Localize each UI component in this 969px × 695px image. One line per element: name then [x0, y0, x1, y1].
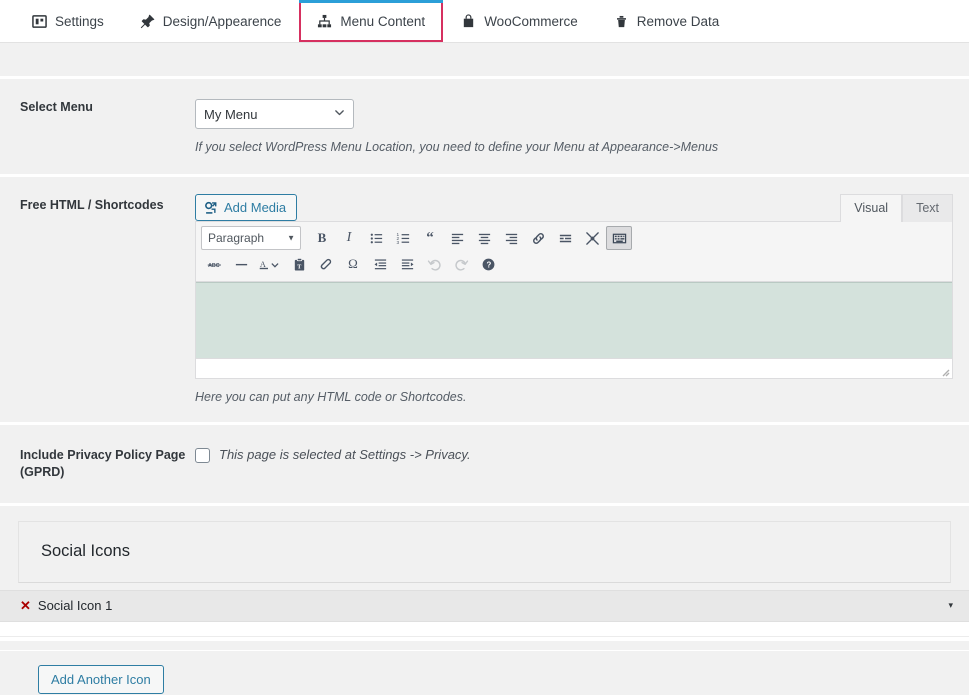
toolbar-toggle-icon[interactable]	[606, 226, 632, 250]
remove-icon[interactable]: ✕	[20, 598, 31, 614]
strikethrough-icon[interactable]: ABC	[201, 252, 227, 276]
sitemap-icon	[317, 14, 332, 29]
select-menu-hint: If you select WordPress Menu Location, y…	[195, 140, 719, 154]
undo-icon[interactable]	[421, 252, 447, 276]
editor-mode-tabs: Visual Text	[840, 193, 953, 222]
special-character-icon[interactable]: Ω	[340, 252, 366, 276]
privacy-checkbox-row[interactable]: This page is selected at Settings -> Pri…	[195, 447, 951, 463]
privacy-label-line2: (GPRD)	[20, 464, 65, 479]
tab-text[interactable]: Text	[902, 193, 953, 222]
shopping-bag-icon	[461, 13, 476, 29]
social-icon-accordion-body	[0, 621, 969, 637]
resize-handle-icon[interactable]	[938, 365, 950, 377]
editor-content-area[interactable]	[196, 282, 952, 358]
media-icon	[204, 201, 218, 215]
editor-toolbar-row-1: Paragraph ▼ B I 123 “	[199, 225, 949, 251]
clear-formatting-icon[interactable]	[313, 252, 339, 276]
align-left-icon[interactable]	[444, 226, 470, 250]
redo-icon[interactable]	[448, 252, 474, 276]
privacy-checkbox[interactable]	[195, 448, 210, 463]
paste-as-text-icon[interactable]: T	[286, 252, 312, 276]
social-icon-label: Social Icon 1	[37, 598, 113, 614]
trash-icon	[614, 14, 629, 29]
numbered-list-icon[interactable]: 123	[390, 226, 416, 250]
select-menu-control: My Menu	[195, 99, 354, 129]
add-media-button[interactable]: Add Media	[195, 194, 298, 221]
social-icons-section: Social Icons ✕ Social Icon 1 ▾ Add Anoth…	[0, 520, 969, 695]
svg-text:T: T	[297, 264, 301, 270]
tab-visual[interactable]: Visual	[840, 193, 903, 222]
svg-text:A: A	[260, 259, 266, 268]
tab-label: Menu Content	[340, 13, 426, 29]
privacy-section: Include Privacy Policy Page (GPRD) This …	[0, 425, 969, 506]
tab-label: Settings	[55, 13, 104, 29]
blockquote-icon[interactable]: “	[417, 226, 443, 250]
select-menu-row: Select Menu My Menu If you select WordPr…	[0, 79, 969, 174]
privacy-checkbox-text: This page is selected at Settings -> Pri…	[219, 447, 471, 462]
free-html-row: Free HTML / Shortcodes Add Media Visual …	[0, 177, 969, 422]
align-right-icon[interactable]	[498, 226, 524, 250]
svg-text:?: ?	[486, 260, 491, 269]
distraction-free-icon[interactable]	[579, 226, 605, 250]
section-spacer	[0, 636, 969, 641]
tab-remove-data[interactable]: Remove Data	[596, 0, 738, 42]
chevron-down-icon[interactable]: ▾	[948, 600, 953, 611]
wp-editor: Add Media Visual Text Paragraph ▼ B I 1 …	[195, 191, 953, 404]
add-icon-zone: Add Another Icon	[0, 649, 969, 695]
editor-box: Paragraph ▼ B I 123 “ ABC A T Ω ?	[195, 221, 953, 379]
help-icon[interactable]: ?	[475, 252, 501, 276]
settings-icon	[32, 14, 47, 29]
privacy-row: Include Privacy Policy Page (GPRD) This …	[0, 425, 969, 503]
tab-woocommerce[interactable]: WooCommerce	[443, 0, 596, 42]
social-icons-title: Social Icons	[41, 542, 130, 561]
format-select-wrap: Paragraph ▼	[201, 226, 301, 250]
tab-menu-content[interactable]: Menu Content	[299, 0, 444, 42]
outdent-icon[interactable]	[367, 252, 393, 276]
italic-icon[interactable]: I	[336, 226, 362, 250]
privacy-label-line1: Include Privacy Policy Page	[20, 448, 186, 462]
indent-icon[interactable]	[394, 252, 420, 276]
horizontal-rule-icon[interactable]	[228, 252, 254, 276]
link-icon[interactable]	[525, 226, 551, 250]
tab-label: Remove Data	[636, 13, 720, 29]
pin-icon	[140, 14, 155, 29]
svg-text:3: 3	[396, 239, 399, 244]
text-color-icon[interactable]: A	[255, 252, 285, 276]
svg-text:ABC: ABC	[208, 262, 220, 268]
bulleted-list-icon[interactable]	[363, 226, 389, 250]
social-icons-panel-header: Social Icons	[18, 520, 951, 583]
tab-label: Design/Appearence	[162, 13, 282, 29]
add-media-label: Add Media	[224, 200, 287, 215]
free-html-label: Free HTML / Shortcodes	[20, 198, 164, 212]
read-more-icon[interactable]	[552, 226, 578, 250]
editor-toolbar: Paragraph ▼ B I 123 “ ABC A T Ω ?	[196, 222, 952, 282]
tab-design-appearence[interactable]: Design/Appearence	[122, 0, 300, 42]
tab-label: WooCommerce	[484, 13, 578, 29]
tab-settings[interactable]: Settings	[14, 0, 122, 42]
social-icon-accordion-row[interactable]: ✕ Social Icon 1 ▾	[0, 589, 969, 622]
editor-top-bar: Add Media Visual Text	[195, 191, 953, 222]
select-menu-label: Select Menu	[20, 100, 93, 114]
format-select[interactable]: Paragraph	[201, 226, 301, 250]
bold-icon[interactable]: B	[309, 226, 335, 250]
privacy-label: Include Privacy Policy Page (GPRD)	[0, 447, 195, 481]
free-html-section: Free HTML / Shortcodes Add Media Visual …	[0, 177, 969, 425]
add-another-icon-button[interactable]: Add Another Icon	[38, 664, 164, 694]
free-html-hint: Here you can put any HTML code or Shortc…	[195, 390, 467, 404]
editor-status-bar	[196, 358, 952, 378]
align-center-icon[interactable]	[471, 226, 497, 250]
select-menu-section: Select Menu My Menu If you select WordPr…	[0, 76, 969, 177]
editor-toolbar-row-2: ABC A T Ω ?	[199, 251, 949, 277]
select-menu-dropdown[interactable]: My Menu	[195, 99, 354, 129]
plugin-tab-bar: Settings Design/Appearence Menu Content …	[0, 0, 969, 43]
